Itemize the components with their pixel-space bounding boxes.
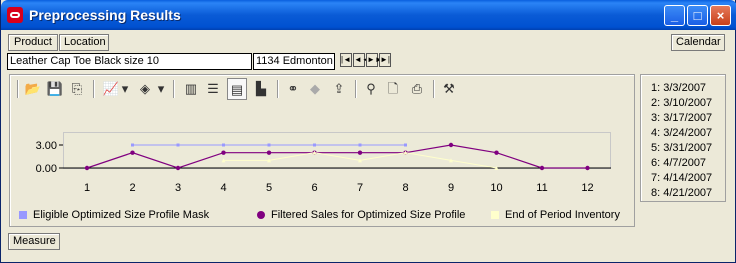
close-button[interactable]: × [710,5,731,26]
fill-color-icon[interactable]: ◈ [135,78,155,100]
legend-entry-mask: Eligible Optimized Size Profile Mask [19,209,209,221]
first-record-button[interactable]: |◄ [340,53,352,67]
toolbar-separator [277,80,279,98]
legend-label-mask: Eligible Optimized Size Profile Mask [33,209,210,221]
calendar-list-item[interactable]: 8: 4/21/2007 [651,187,712,199]
product-button[interactable]: Product [8,34,58,51]
legend-marker-inventory-icon [491,211,499,220]
legend-label-filtered-sales: Filtered Sales for Optimized Size Profil… [271,209,466,221]
legend-marker-filtered-sales-icon [257,211,265,220]
binoculars-icon[interactable]: ⚭ [283,78,303,100]
last-record-button[interactable]: ►| [379,53,391,67]
legend-icon[interactable]: ▤ [227,78,247,100]
calendar-list-item[interactable]: 3: 3/17/2007 [651,112,712,124]
dropdown-arrow-icon[interactable]: ▾ [155,78,167,100]
calendar-list-item[interactable]: 7: 4/14/2007 [651,172,712,184]
location-button[interactable]: Location [59,34,109,51]
open-folder-icon[interactable]: 📂 [23,78,43,100]
product-field[interactable]: Leather Cap Toe Black size 10 [7,53,252,70]
toolbar-separator [17,80,19,98]
legend-label-inventory: End of Period Inventory [505,209,620,221]
export-icon[interactable]: ⇪ [329,78,349,100]
toolbar-separator [355,80,357,98]
next-record-button[interactable]: ►► [366,53,383,67]
calendar-list-item[interactable]: 5: 3/31/2007 [651,142,712,154]
previous-record-button[interactable]: ◄◄ [353,53,370,67]
legend-entry-inventory: End of Period Inventory [491,209,620,221]
calendar-list-item[interactable]: 6: 4/7/2007 [651,157,706,169]
vertical-grid-icon[interactable]: ▥ [181,78,201,100]
measure-button[interactable]: Measure [8,233,60,250]
dropdown-arrow-icon[interactable]: ▾ [119,78,131,100]
chart-wizard-icon[interactable]: ▙ [251,78,271,100]
maximize-button[interactable]: □ [687,5,708,26]
calendar-list-item[interactable]: 4: 3/24/2007 [651,127,712,139]
horizontal-grid-icon[interactable]: ☰ [203,78,223,100]
calendar-list: 1: 3/3/2007 2: 3/10/2007 3: 3/17/2007 4:… [640,74,726,202]
line-chart-icon[interactable]: 📈 [101,78,121,100]
diamond-icon[interactable]: ◆ [305,78,325,100]
legend-entry-filtered-sales: Filtered Sales for Optimized Size Profil… [257,209,465,221]
toolbar-separator [433,80,435,98]
print-icon[interactable]: ⎙ [407,78,427,100]
calendar-button[interactable]: Calendar [671,34,725,51]
copy-icon[interactable]: ⎘ [67,78,87,100]
title-bar[interactable]: Preprocessing Results _ □ × [1,0,736,30]
hammer-icon[interactable]: ⚒ [439,78,459,100]
legend-marker-mask-icon [19,211,27,220]
minimize-button[interactable]: _ [664,5,685,26]
plot-area [63,132,611,169]
print-preview-icon[interactable]: 🗋 [383,78,403,100]
location-field[interactable]: 1134 Edmonton [253,53,335,70]
toolbar-separator [93,80,95,98]
window-title: Preprocessing Results [29,7,181,23]
calendar-list-item[interactable]: 2: 3/10/2007 [651,97,712,109]
save-icon[interactable]: 💾 [45,78,65,100]
oracle-app-icon [7,7,23,23]
preprocessing-results-window: Preprocessing Results _ □ × Product Loca… [0,0,736,263]
zoom-icon[interactable]: ⚲ [361,78,381,100]
calendar-list-item[interactable]: 1: 3/3/2007 [651,82,706,94]
toolbar-separator [173,80,175,98]
